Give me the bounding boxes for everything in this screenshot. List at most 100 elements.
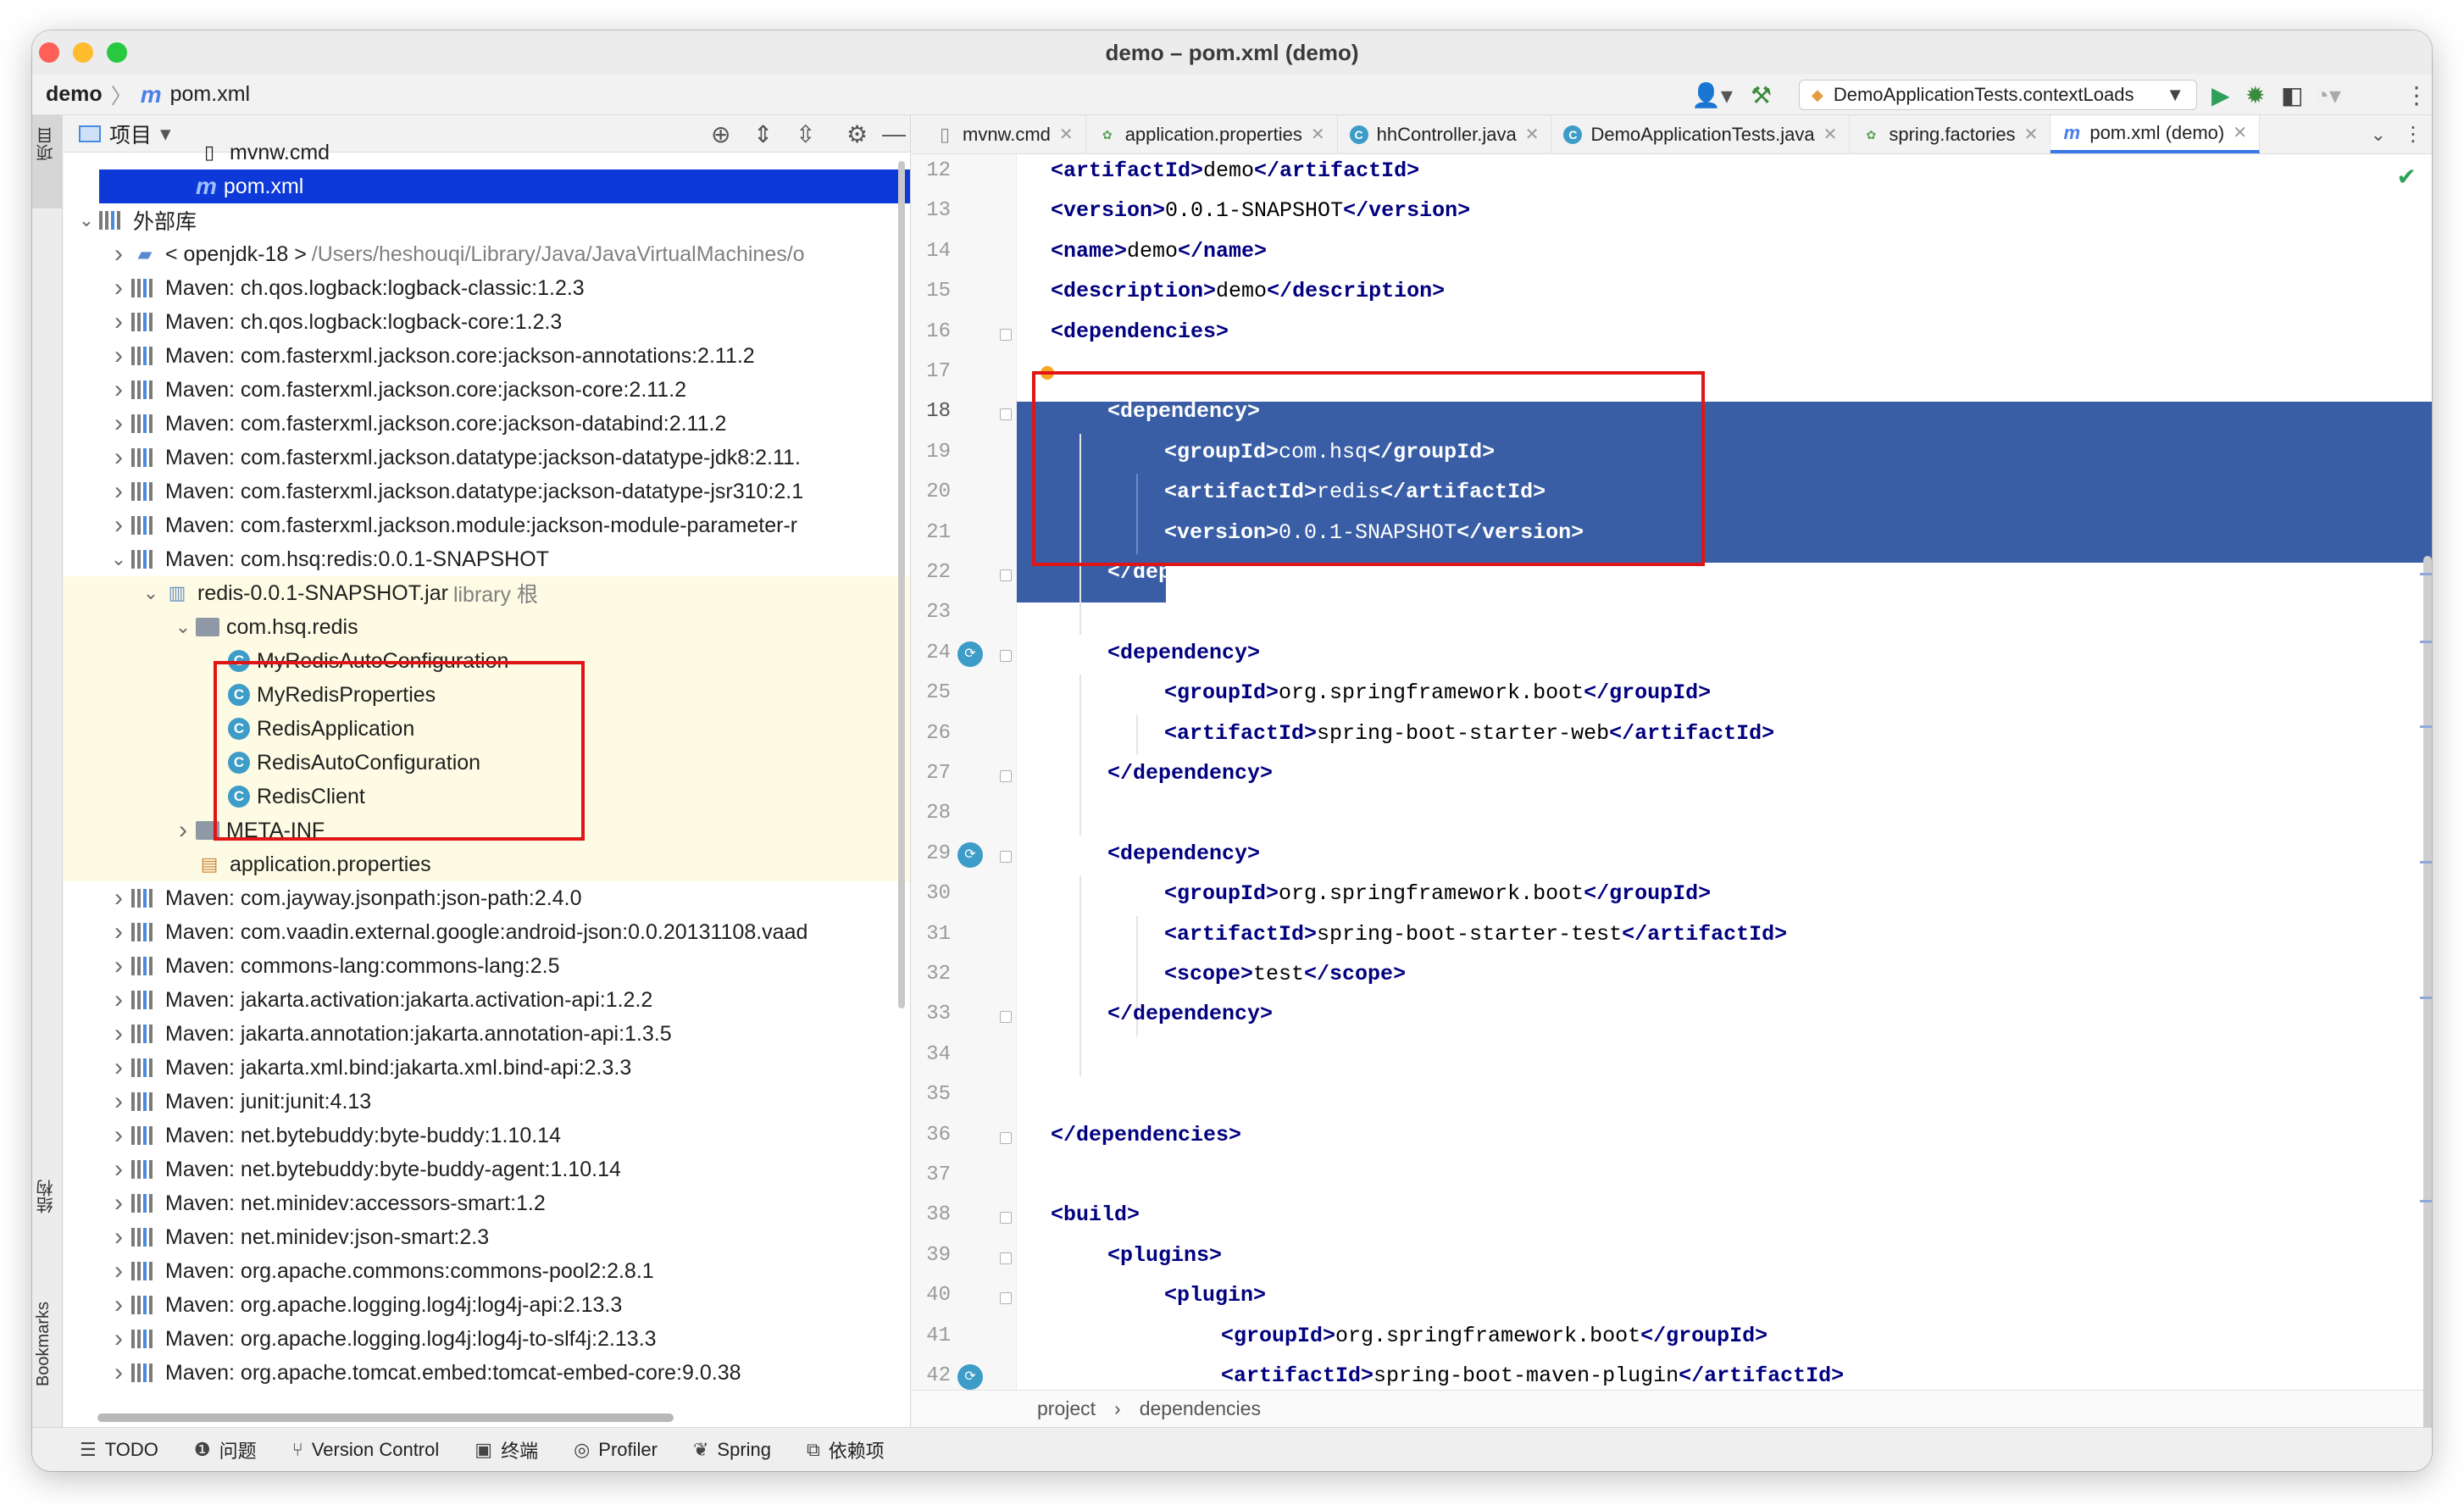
tree-row[interactable]: › Maven: jakarta.xml.bind:jakarta.xml.bin…: [64, 1051, 910, 1085]
chevron-right-icon[interactable]: ›: [106, 1155, 131, 1184]
fold-marker-icon[interactable]: [1000, 1252, 1012, 1264]
chevron-right-icon[interactable]: ›: [106, 1257, 131, 1286]
chevron-right-icon[interactable]: ›: [106, 952, 131, 980]
fold-marker-icon[interactable]: [1000, 1131, 1012, 1144]
code-breadcrumb-item[interactable]: dependencies: [1140, 1397, 1261, 1420]
close-icon[interactable]: ✕: [1525, 124, 1540, 145]
chevron-right-icon[interactable]: ›: [106, 1087, 131, 1116]
close-icon[interactable]: ✕: [1059, 124, 1074, 145]
fold-marker-icon[interactable]: [1000, 1212, 1012, 1225]
tree-row[interactable]: › Maven: com.fasterxml.jackson.datatype:j…: [64, 441, 910, 475]
coverage-icon[interactable]: ◧: [2281, 81, 2303, 109]
structure-tool-tab[interactable]: 结构: [34, 1180, 58, 1213]
zoom-window-button[interactable]: [107, 42, 127, 63]
tool-window-button[interactable]: ❦ Spring: [693, 1439, 771, 1461]
tree-row[interactable]: › Maven: ch.qos.logback:logback-core:1.2.…: [64, 305, 910, 339]
build-hammer-icon[interactable]: ⚒: [1751, 81, 1772, 109]
fold-marker-icon[interactable]: [1000, 770, 1012, 782]
tree-row[interactable]: › Maven: junit:junit:4.13: [64, 1085, 910, 1119]
tool-window-button[interactable]: ◎ Profiler: [574, 1439, 658, 1461]
chevron-right-icon[interactable]: ›: [106, 1189, 131, 1218]
fold-marker-icon[interactable]: [1000, 569, 1012, 581]
tool-window-button[interactable]: ▣ 终端: [474, 1436, 538, 1463]
chevron-right-icon[interactable]: ›: [106, 342, 131, 370]
profile-icon[interactable]: ◔▾: [2315, 81, 2341, 109]
tree-row[interactable]: › Maven: ch.qos.logback:logback-classic:1…: [64, 271, 910, 305]
editor-tab[interactable]: ✿ application.properties ✕: [1086, 115, 1338, 153]
close-icon[interactable]: ✕: [2233, 122, 2247, 143]
tree-row[interactable]: › Maven: net.bytebuddy:byte-buddy-agent:1…: [64, 1152, 910, 1186]
chevron-right-icon[interactable]: ›: [106, 1121, 131, 1150]
chevron-right-icon[interactable]: ›: [106, 240, 131, 269]
chevron-right-icon[interactable]: ›: [170, 816, 196, 845]
tree-row[interactable]: › Maven: org.apache.tomcat.embed:tomcat-e…: [64, 1356, 910, 1390]
chevron-right-icon[interactable]: ›: [106, 375, 131, 404]
tree-row[interactable]: ⌄ Maven: com.hsq:redis:0.0.1-SNAPSHOT: [64, 542, 910, 576]
tree-row[interactable]: › Maven: com.jayway.jsonpath:json-path:2.…: [64, 881, 910, 915]
tree-row[interactable]: › Maven: net.bytebuddy:byte-buddy:1.10.14: [64, 1119, 910, 1152]
chevron-right-icon[interactable]: ›: [106, 274, 131, 303]
editor-tab[interactable]: ▯ mvnw.cmd ✕: [912, 115, 1086, 153]
fold-marker-icon[interactable]: [1000, 649, 1012, 662]
more-vertical-icon[interactable]: ⋮: [2405, 81, 2428, 109]
project-tool-tab[interactable]: 项目: [32, 115, 63, 208]
chevron-right-icon[interactable]: ›: [106, 308, 131, 336]
editor-tab[interactable]: ChhController.java ✕: [1338, 115, 1552, 153]
spring-boot-gutter-icon[interactable]: ⟳: [957, 1364, 983, 1390]
chevron-right-icon[interactable]: ›: [106, 1325, 131, 1353]
fold-marker-icon[interactable]: [1000, 850, 1012, 863]
editor-tab[interactable]: C DemoApplicationTests.java ✕: [1551, 115, 1851, 153]
chevron-right-icon[interactable]: ›: [106, 918, 131, 947]
code-breadcrumb-item[interactable]: project: [1037, 1397, 1096, 1420]
chevron-right-icon[interactable]: ›: [106, 477, 131, 506]
fold-marker-icon[interactable]: [1000, 1011, 1012, 1024]
close-icon[interactable]: ✕: [1311, 124, 1325, 145]
chevron-right-icon[interactable]: ›: [106, 1223, 131, 1252]
tree-row[interactable]: › Maven: net.minidev:accessors-smart:1.2: [64, 1186, 910, 1220]
chevron-down-icon[interactable]: ⌄: [74, 209, 99, 231]
minimize-window-button[interactable]: [73, 42, 93, 63]
editor-tab[interactable]: m pom.xml (demo) ✕: [2051, 115, 2261, 153]
inspection-ok-icon[interactable]: ✔: [2397, 163, 2417, 191]
tree-row[interactable]: › Maven: com.fasterxml.jackson.core:jacks…: [64, 407, 910, 441]
tabs-dropdown-icon[interactable]: ⌄: [2371, 124, 2386, 146]
chevron-right-icon[interactable]: ›: [106, 986, 131, 1014]
tree-row[interactable]: › Maven: commons-lang:commons-lang:2.5: [64, 949, 910, 983]
chevron-right-icon[interactable]: ›: [106, 443, 131, 472]
tree-vertical-scrollbar[interactable]: [898, 161, 905, 1008]
tree-row[interactable]: › Maven: net.minidev:json-smart:2.3: [64, 1220, 910, 1254]
chevron-down-icon[interactable]: ⌄: [106, 548, 131, 570]
run-icon[interactable]: ▶: [2211, 81, 2230, 109]
tree-row[interactable]: › Maven: com.fasterxml.jackson.module:jac…: [64, 508, 910, 542]
tool-window-button[interactable]: ☰ TODO: [80, 1439, 158, 1461]
fold-marker-icon[interactable]: [1000, 328, 1012, 341]
chevron-right-icon[interactable]: ›: [106, 884, 131, 913]
chevron-down-icon[interactable]: ⌄: [138, 582, 164, 604]
tree-row[interactable]: ⌄ ▥ redis-0.0.1-SNAPSHOT.jar library 根: [64, 576, 910, 610]
code-view[interactable]: <artifactId>demo</artifactId> <version>0.…: [1017, 154, 2432, 1390]
tree-row[interactable]: › Maven: com.fasterxml.jackson.core:jacks…: [64, 373, 910, 407]
chevron-right-icon[interactable]: ›: [106, 511, 131, 540]
run-configuration-select[interactable]: ◆ DemoApplicationTests.contextLoads ▼: [1799, 80, 2197, 110]
spring-boot-gutter-icon[interactable]: ⟳: [957, 641, 983, 667]
debug-bug-icon[interactable]: ✹: [2245, 81, 2265, 109]
tree-row[interactable]: ⌄ com.hsq.redis: [64, 610, 910, 644]
tool-window-button[interactable]: ❶ 问题: [194, 1436, 257, 1463]
more-vertical-icon[interactable]: ⋮: [2403, 122, 2423, 147]
chevron-right-icon[interactable]: ›: [106, 1053, 131, 1082]
tree-row[interactable]: m pom.xml: [99, 169, 910, 203]
tree-row[interactable]: › Maven: com.fasterxml.jackson.datatype:j…: [64, 475, 910, 508]
bookmarks-tool-tab[interactable]: Bookmarks: [34, 1302, 53, 1386]
tool-window-button[interactable]: ⧉ 依赖项: [807, 1436, 885, 1463]
breadcrumb-file[interactable]: pom.xml: [170, 82, 250, 107]
tree-horizontal-scrollbar[interactable]: [97, 1413, 674, 1422]
tree-row[interactable]: › Maven: jakarta.activation:jakarta.activ…: [64, 983, 910, 1017]
chevron-right-icon[interactable]: ›: [106, 1019, 131, 1048]
chevron-down-icon[interactable]: ⌄: [170, 616, 196, 638]
tree-row[interactable]: › ▰ < openjdk-18 >/Users/heshouqi/Library/…: [64, 237, 910, 271]
tree-row[interactable]: ▤ application.properties: [64, 847, 910, 881]
chevron-right-icon[interactable]: ›: [106, 409, 131, 438]
tree-row[interactable]: ⌄ 外部库: [64, 203, 910, 237]
tree-row[interactable]: › Maven: org.apache.logging.log4j:log4j-t…: [64, 1322, 910, 1356]
close-window-button[interactable]: [39, 42, 59, 63]
